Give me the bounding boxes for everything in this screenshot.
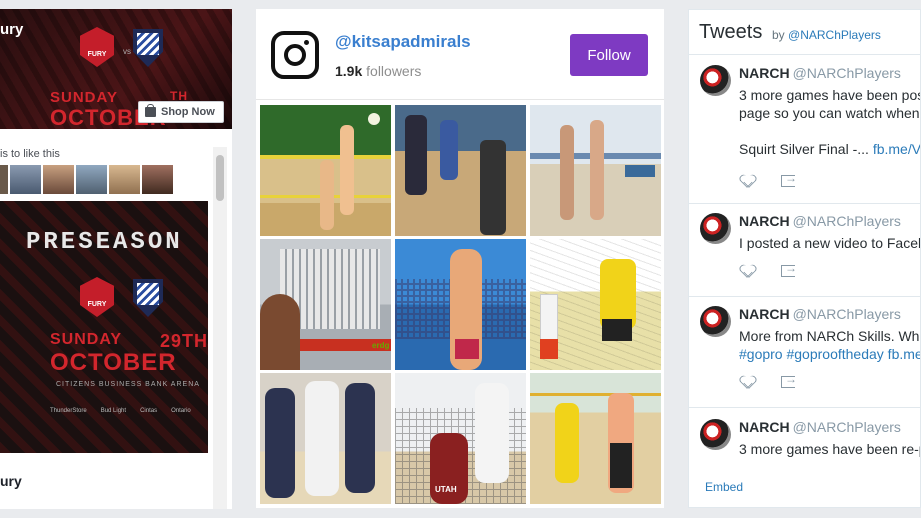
avatar[interactable] — [700, 306, 731, 337]
timeline-header: Tweets by @NARChPlayers — [689, 10, 920, 55]
like-heart-icon[interactable] — [741, 175, 755, 187]
post-arena: CITIZENS BUSINESS BANK ARENA — [56, 381, 200, 388]
tweet[interactable]: NARCH @NARChPlayers I posted a new video … — [689, 213, 921, 297]
tweet-author[interactable]: NARCH @NARChPlayers — [739, 419, 901, 435]
friend-avatar[interactable] — [142, 165, 173, 194]
friend-avatar[interactable] — [43, 165, 74, 194]
like-heart-icon[interactable] — [741, 376, 755, 388]
photo-grid: erdg UTAH — [260, 105, 661, 504]
follow-button[interactable]: Follow — [570, 34, 648, 76]
shop-now-button[interactable]: Shop Now — [138, 101, 224, 123]
tweet[interactable]: NARCH @NARChPlayers 3 more games have bee… — [689, 419, 921, 469]
friend-avatar[interactable] — [0, 165, 8, 194]
tweet-text: 3 more games have been pos page so you c… — [739, 87, 921, 157]
tweet-link[interactable]: fb.me/V — [873, 141, 920, 157]
tweet-author[interactable]: NARCH @NARChPlayers — [739, 306, 901, 322]
friend-avatar[interactable] — [76, 165, 107, 194]
shopping-bag-icon — [145, 104, 156, 117]
by-handle-link[interactable]: @NARChPlayers — [788, 28, 881, 42]
tweet-author[interactable]: NARCH @NARChPlayers — [739, 65, 901, 81]
photo-5[interactable] — [395, 239, 526, 370]
page-name[interactable]: ury — [0, 21, 23, 38]
avatar[interactable] — [700, 213, 731, 244]
tweet[interactable]: NARCH @NARChPlayers 3 more games have bee… — [689, 65, 921, 204]
photo-8[interactable]: UTAH — [395, 373, 526, 504]
share-icon[interactable] — [781, 261, 797, 277]
instagram-handle[interactable]: @kitsapadmirals — [335, 32, 471, 52]
facebook-page-widget: FURY vs SUNDAY OCTOBER TH ury Shop Now i… — [0, 9, 232, 509]
event-day: SUNDAY — [50, 89, 118, 106]
scrollbar-thumb[interactable] — [216, 155, 224, 201]
friends-like-text: is to like this — [0, 148, 60, 160]
vs-text: vs — [123, 47, 131, 56]
timeline-by: by @NARChPlayers — [772, 28, 881, 42]
photo-1[interactable] — [260, 105, 391, 236]
post-sponsors: ThunderStore Bud Light Cintas Ontario — [50, 408, 191, 414]
tweet-hashtags[interactable]: #gopro #goprooftheday fb.me — [739, 346, 920, 362]
post-date: 29TH — [160, 331, 208, 351]
tweet-text: 3 more games have been re-p — [739, 441, 921, 457]
post-day: SUNDAY — [50, 331, 123, 348]
tweet[interactable]: NARCH @NARChPlayers More from NARCh Skill… — [689, 306, 921, 408]
tweet-author[interactable]: NARCH @NARChPlayers — [739, 213, 901, 229]
post-headline: PRESEASON — [26, 229, 183, 256]
friend-avatar[interactable] — [109, 165, 140, 194]
instagram-icon[interactable] — [271, 31, 319, 79]
post-page-name[interactable]: ury — [0, 473, 22, 489]
photo-4[interactable]: erdg — [260, 239, 391, 370]
friend-avatar[interactable] — [10, 165, 41, 194]
share-icon[interactable] — [781, 171, 797, 187]
tweet-text: I posted a new video to Faceb — [739, 235, 921, 251]
avatar[interactable] — [700, 65, 731, 96]
photo-9[interactable] — [530, 373, 661, 504]
embed-link[interactable]: Embed — [705, 480, 743, 494]
photo-6[interactable] — [530, 239, 661, 370]
divider — [256, 99, 664, 100]
photo-7[interactable] — [260, 373, 391, 504]
post-image[interactable]: PRESEASON FURY SUNDAY OCTOBER 29TH CITIZ… — [0, 201, 208, 453]
avatar[interactable] — [700, 419, 731, 450]
friend-faces — [0, 165, 173, 194]
instagram-widget: @kitsapadmirals 1.9k followers Follow er… — [256, 9, 664, 508]
twitter-timeline: Tweets by @NARChPlayers NARCH @NARChPlaye… — [688, 9, 921, 508]
scrollbar[interactable] — [213, 147, 227, 509]
like-heart-icon[interactable] — [741, 265, 755, 277]
timeline-title: Tweets — [699, 21, 763, 43]
tweet-text: More from NARCh Skills. Wh #gopro #gopro… — [739, 328, 921, 362]
followers-count: 1.9k followers — [335, 63, 422, 79]
photo-2[interactable] — [395, 105, 526, 236]
share-icon[interactable] — [781, 372, 797, 388]
photo-3[interactable] — [530, 105, 661, 236]
post-month: OCTOBER — [50, 349, 177, 376]
